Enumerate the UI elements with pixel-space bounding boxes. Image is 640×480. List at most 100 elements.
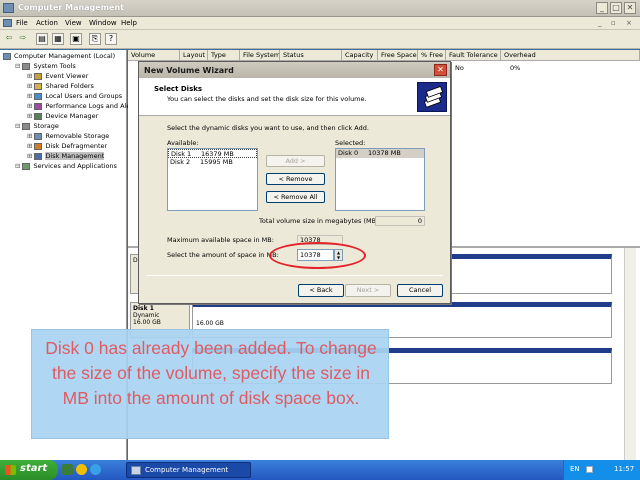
menu-action[interactable]: Action (36, 19, 58, 27)
tree-item[interactable]: ⊞ Performance Logs and Alerts (27, 102, 139, 112)
back-arrow-icon[interactable]: ⇦ (3, 33, 15, 45)
system-menu-icon[interactable] (3, 19, 12, 27)
remove-all-button[interactable]: < Remove All (266, 191, 325, 203)
max-space-label: Maximum available space in MB: (167, 236, 274, 244)
wizard-close-icon[interactable]: ✕ (434, 64, 447, 76)
selected-disk-name: Disk 0 (338, 149, 359, 157)
column-header[interactable]: Type (208, 50, 240, 61)
tree-item-label: Disk Defragmenter (45, 142, 108, 150)
internet-explorer-icon[interactable] (90, 464, 101, 475)
selected-disk-item[interactable]: Disk 0 10378 MB (336, 149, 424, 158)
tree-node-icon (34, 82, 43, 90)
minimize-icon[interactable]: _ (596, 2, 608, 14)
total-size-label: Total volume size in megabytes (MB): (259, 217, 381, 225)
expand-collapse-icon[interactable]: ⊞ (27, 132, 32, 140)
windows-logo-icon (5, 465, 16, 475)
start-label: start (20, 463, 48, 474)
wizard-header-subtitle: You can select the disks and set the dis… (167, 95, 367, 103)
tree-item[interactable]: ⊞ Removable Storage (27, 132, 109, 142)
show-hide-tree-icon[interactable]: ▦ (52, 33, 64, 45)
taskbar-task-label: Computer Management (145, 466, 229, 474)
remove-button[interactable]: < Remove (266, 173, 325, 185)
expand-collapse-icon[interactable]: ⊞ (27, 72, 32, 80)
column-header[interactable]: Free Space (378, 50, 418, 61)
tree-item-label: Storage (33, 122, 59, 130)
up-folder-icon[interactable]: ▤ (36, 33, 48, 45)
available-disk-item[interactable]: Disk 1 16379 MB (168, 149, 257, 158)
expand-collapse-icon[interactable]: ⊞ (27, 92, 32, 100)
menu-view[interactable]: View (65, 19, 82, 27)
tutorial-callout: Disk 0 has already been added. To change… (31, 329, 389, 439)
instruction-text: Select the dynamic disks you want to use… (167, 124, 369, 132)
media-player-icon[interactable] (76, 464, 87, 475)
tree-item[interactable]: ⊞ Device Manager (27, 112, 98, 122)
system-tray: EN 11:57 (563, 460, 640, 480)
language-indicator[interactable]: EN (570, 465, 580, 473)
column-header[interactable]: Overhead (501, 50, 640, 61)
tree-node-icon (22, 122, 31, 130)
expand-collapse-icon[interactable]: ⊟ (15, 122, 20, 130)
column-header[interactable]: Fault Tolerance (446, 50, 501, 61)
column-header[interactable]: % Free (418, 50, 446, 61)
tree-item-label: Shared Folders (45, 82, 94, 90)
menu-bar: File Action View Window Help _ ▫ × (0, 17, 640, 30)
child-minimize-icon[interactable]: _ (598, 19, 602, 27)
new-volume-wizard: New Volume Wizard ✕ Select Disks You can… (138, 61, 451, 304)
child-close-icon[interactable]: × (626, 19, 632, 27)
tree-item-label: System Tools (33, 62, 76, 70)
column-header[interactable]: Layout (180, 50, 208, 61)
tree-node-icon (34, 112, 43, 120)
expand-collapse-icon[interactable]: ⊟ (15, 62, 20, 70)
tree-item[interactable]: ⊞ Local Users and Groups (27, 92, 122, 102)
menu-window[interactable]: Window (89, 19, 117, 27)
menu-file[interactable]: File (16, 19, 28, 27)
close-icon[interactable]: ✕ (624, 2, 636, 14)
tree-node-icon (34, 142, 43, 150)
taskbar-computer-management[interactable]: Computer Management (126, 462, 251, 478)
expand-collapse-icon[interactable]: ⊞ (27, 102, 32, 110)
menu-help[interactable]: Help (121, 19, 137, 27)
next-button[interactable]: Next > (345, 284, 391, 297)
tree-item-label: Performance Logs and Alerts (45, 102, 139, 110)
tree-item[interactable]: ⊞ Event Viewer (27, 72, 88, 82)
tree-item-label: Services and Applications (33, 162, 117, 170)
tree-item[interactable]: ⊟ System Tools (15, 62, 76, 72)
expand-collapse-icon[interactable]: ⊞ (27, 82, 32, 90)
expand-collapse-icon[interactable]: ⊟ (15, 162, 20, 170)
available-disk-item[interactable]: Disk 2 15995 MB (168, 158, 257, 167)
child-restore-icon[interactable]: ▫ (611, 19, 616, 27)
show-desktop-icon[interactable] (62, 464, 73, 475)
tree-item[interactable]: ⊞ Disk Defragmenter (27, 142, 107, 152)
maximize-icon[interactable]: □ (610, 2, 622, 14)
clock: 11:57 (614, 465, 635, 473)
help-icon[interactable]: ? (105, 33, 117, 45)
column-header[interactable]: Status (280, 50, 342, 61)
tree-item[interactable]: ⊟ Storage (15, 122, 59, 132)
properties-icon[interactable]: ▣ (70, 33, 82, 45)
expand-collapse-icon[interactable]: ⊞ (27, 152, 32, 160)
tree-item[interactable]: ⊞ Disk Management (27, 152, 105, 162)
tree-item[interactable]: ⊞ Shared Folders (27, 82, 94, 92)
column-header[interactable]: File System (240, 50, 280, 61)
tree-node-icon (22, 62, 31, 70)
tree-item[interactable]: ⊟ Services and Applications (15, 162, 117, 172)
column-header[interactable]: Capacity (342, 50, 378, 61)
add-button[interactable]: Add > (266, 155, 325, 167)
disk-1-size: 16.00 GB (133, 319, 161, 326)
volume-tray-icon[interactable] (586, 466, 593, 473)
tree-node-icon (34, 152, 43, 160)
export-icon[interactable]: ⎘ (89, 33, 101, 45)
back-button[interactable]: < Back (298, 284, 344, 297)
tree-item[interactable]: Computer Management (Local) (3, 52, 115, 62)
vertical-scrollbar[interactable] (624, 248, 636, 460)
expand-collapse-icon[interactable]: ⊞ (27, 112, 32, 120)
start-button[interactable]: start (0, 460, 58, 480)
column-header[interactable]: Volume (128, 50, 180, 61)
taskbar: start Computer Management EN 11:57 (0, 460, 640, 480)
selected-disks-list[interactable]: Disk 0 10378 MB (335, 148, 425, 211)
total-size-value: 0 (375, 216, 425, 226)
cancel-button[interactable]: Cancel (397, 284, 443, 297)
forward-arrow-icon[interactable]: ⇨ (17, 33, 29, 45)
expand-collapse-icon[interactable]: ⊞ (27, 142, 32, 150)
available-disks-list[interactable]: Disk 1 16379 MB Disk 2 15995 MB (167, 148, 258, 211)
